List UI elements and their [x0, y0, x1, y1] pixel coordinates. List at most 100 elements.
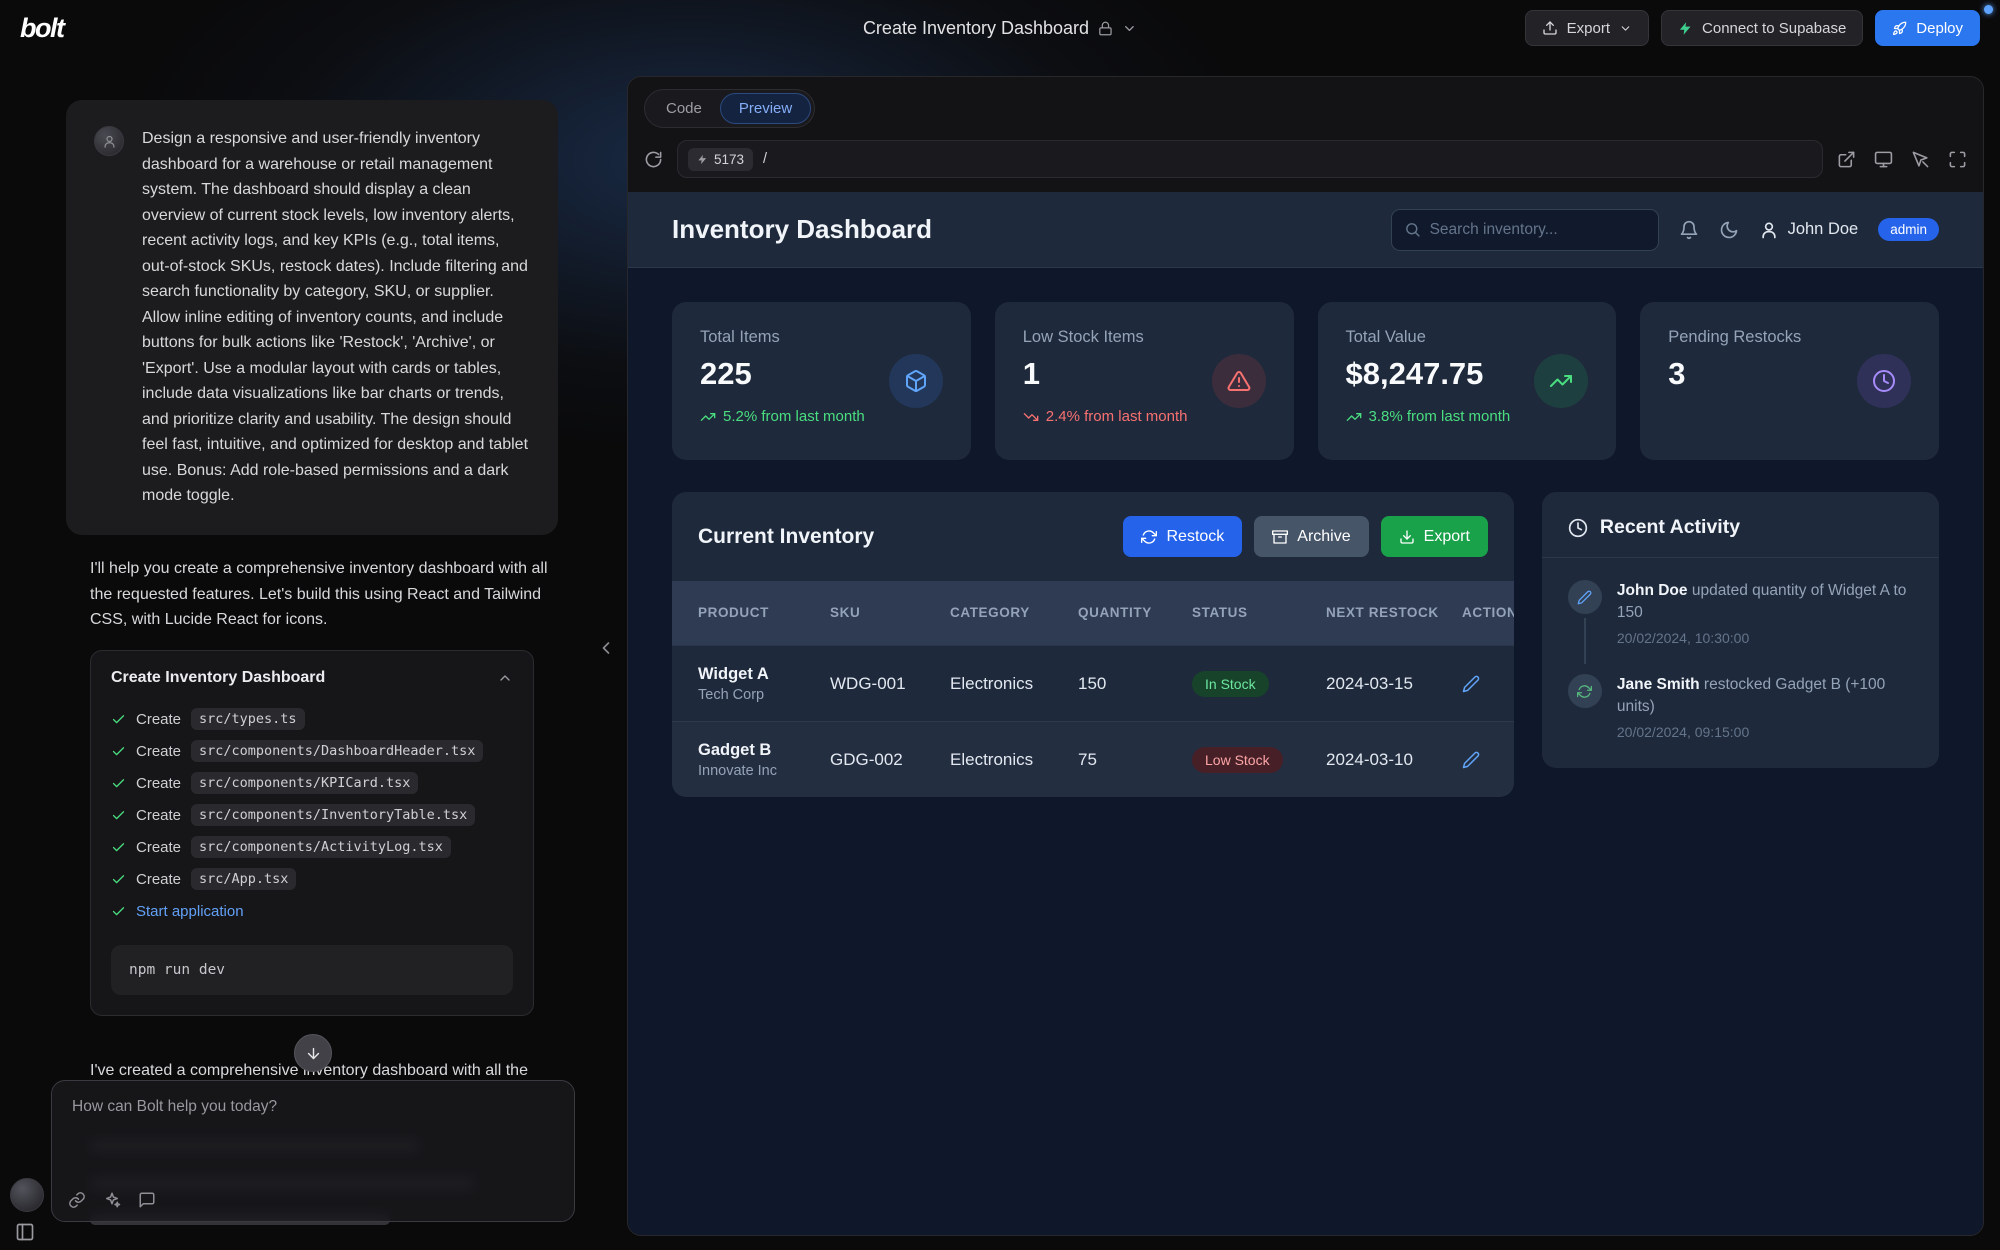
chevron-down-icon[interactable] [1122, 21, 1137, 36]
role-badge: admin [1878, 218, 1939, 241]
refresh-icon [1141, 529, 1157, 545]
package-icon [889, 354, 943, 408]
user-message-text: Design a responsive and user-friendly in… [142, 126, 530, 509]
activity-card: Recent Activity John Doe updated quantit… [1542, 492, 1939, 768]
build-step: Create src/components/DashboardHeader.ts… [111, 735, 513, 767]
build-step: Create src/components/ActivityLog.tsx [111, 831, 513, 863]
preview-url-bar: 5173 / [628, 134, 1983, 192]
export-data-button[interactable]: Export [1381, 516, 1488, 557]
app-main: Current Inventory Restock Archive [628, 460, 1983, 797]
project-title-group[interactable]: Create Inventory Dashboard [863, 18, 1137, 39]
build-steps-card: Create Inventory Dashboard Create src/ty… [90, 650, 534, 1016]
archive-button[interactable]: Archive [1254, 516, 1368, 557]
archive-icon [1272, 529, 1288, 545]
start-application-link[interactable]: Start application [136, 903, 244, 920]
inventory-card: Current Inventory Restock Archive [672, 492, 1514, 797]
connect-supabase-button[interactable]: Connect to Supabase [1661, 10, 1863, 46]
kpi-card-total-items: Total Items 225 5.2% from last month [672, 302, 971, 460]
tab-code[interactable]: Code [648, 94, 720, 123]
download-icon [1399, 529, 1415, 545]
check-icon [111, 776, 126, 791]
restock-button[interactable]: Restock [1123, 516, 1242, 557]
inventory-header: Current Inventory Restock Archive [672, 492, 1514, 581]
activity-timestamp: 20/02/2024, 09:15:00 [1617, 724, 1913, 740]
kpi-trend: 3.8% from last month [1346, 408, 1589, 425]
collapse-chat-handle[interactable] [596, 638, 616, 658]
fullscreen-icon[interactable] [1948, 150, 1967, 169]
activity-title: Recent Activity [1600, 516, 1740, 539]
message-icon[interactable] [138, 1191, 156, 1209]
trending-up-icon [1534, 354, 1588, 408]
check-icon [111, 840, 126, 855]
user-chip[interactable]: John Doe [1759, 220, 1859, 240]
edit-icon[interactable] [1462, 751, 1488, 769]
app-title: Inventory Dashboard [672, 214, 932, 245]
file-chip: src/components/InventoryTable.tsx [191, 804, 475, 826]
check-icon [111, 808, 126, 823]
scroll-to-bottom-button[interactable] [294, 1034, 332, 1072]
chat-input-toolbar [68, 1191, 156, 1209]
check-icon [111, 744, 126, 759]
sparkles-icon[interactable] [103, 1191, 121, 1209]
url-input[interactable]: 5173 / [677, 140, 1823, 178]
build-steps-title: Create Inventory Dashboard [111, 669, 325, 687]
devices-icon[interactable] [1874, 150, 1893, 169]
deploy-button[interactable]: Deploy [1875, 10, 1980, 46]
table-row: Gadget B Innovate Inc GDG-002 Electronic… [672, 721, 1514, 797]
file-chip: src/App.tsx [191, 868, 296, 890]
file-chip: src/types.ts [191, 708, 305, 730]
upload-icon [1542, 20, 1558, 36]
status-badge: In Stock [1192, 671, 1269, 697]
refresh-icon [1568, 674, 1602, 708]
supabase-bolt-icon [1678, 21, 1693, 36]
port-pill: 5173 [688, 148, 753, 171]
bell-icon[interactable] [1679, 220, 1699, 240]
trending-up-icon [1346, 409, 1362, 425]
build-step: Create src/components/KPICard.tsx [111, 767, 513, 799]
lock-icon [1098, 21, 1113, 36]
preview-panel: Code Preview 5173 / [627, 76, 1984, 1236]
alert-triangle-icon [1212, 354, 1266, 408]
moon-icon[interactable] [1719, 220, 1739, 240]
activity-item: Jane Smith restocked Gadget B (+100 unit… [1568, 674, 1913, 740]
link-icon[interactable] [68, 1191, 86, 1209]
user-message: Design a responsive and user-friendly in… [66, 100, 558, 535]
account-avatar[interactable] [10, 1178, 44, 1212]
app-header-actions: John Doe admin [1391, 209, 1939, 251]
check-icon [111, 872, 126, 887]
table-row: Widget A Tech Corp WDG-001 Electronics 1… [672, 645, 1514, 721]
trending-up-icon [700, 409, 716, 425]
panel-left-icon[interactable] [15, 1222, 35, 1242]
build-steps-list: Create src/types.ts Create src/component… [91, 701, 533, 933]
activity-list: John Doe updated quantity of Widget A to… [1542, 558, 1939, 768]
chat-input-card[interactable] [51, 1080, 575, 1222]
build-step: Create src/types.ts [111, 703, 513, 735]
kpi-trend: 2.4% from last month [1023, 408, 1266, 425]
build-step: Create src/App.tsx [111, 863, 513, 895]
user-icon [1759, 220, 1779, 240]
kpi-card-low-stock: Low Stock Items 1 2.4% from last month [995, 302, 1294, 460]
chat-input[interactable] [52, 1081, 574, 1167]
kpi-card-pending-restocks: Pending Restocks 3 [1640, 302, 1939, 460]
file-chip: src/components/ActivityLog.tsx [191, 836, 451, 858]
file-chip: src/components/KPICard.tsx [191, 772, 418, 794]
edit-icon [1568, 580, 1602, 614]
search-input[interactable] [1430, 221, 1646, 239]
export-button[interactable]: Export [1525, 10, 1649, 46]
tab-preview[interactable]: Preview [720, 93, 811, 124]
inspect-off-icon[interactable] [1911, 150, 1930, 169]
search-box [1391, 209, 1659, 251]
reload-icon[interactable] [644, 150, 663, 169]
start-application-step: Start application [111, 895, 513, 927]
build-steps-header: Create Inventory Dashboard [91, 651, 533, 701]
clock-icon [1857, 354, 1911, 408]
project-title: Create Inventory Dashboard [863, 18, 1089, 39]
inventory-app: Inventory Dashboard John Doe admin [628, 192, 1983, 1235]
bolt-logo: bolt [20, 13, 63, 44]
check-icon [111, 904, 126, 919]
external-link-icon[interactable] [1837, 150, 1856, 169]
user-name: John Doe [1788, 220, 1859, 239]
edit-icon[interactable] [1462, 675, 1488, 693]
kpi-trend: 5.2% from last month [700, 408, 943, 425]
chevron-up-icon[interactable] [497, 670, 513, 686]
